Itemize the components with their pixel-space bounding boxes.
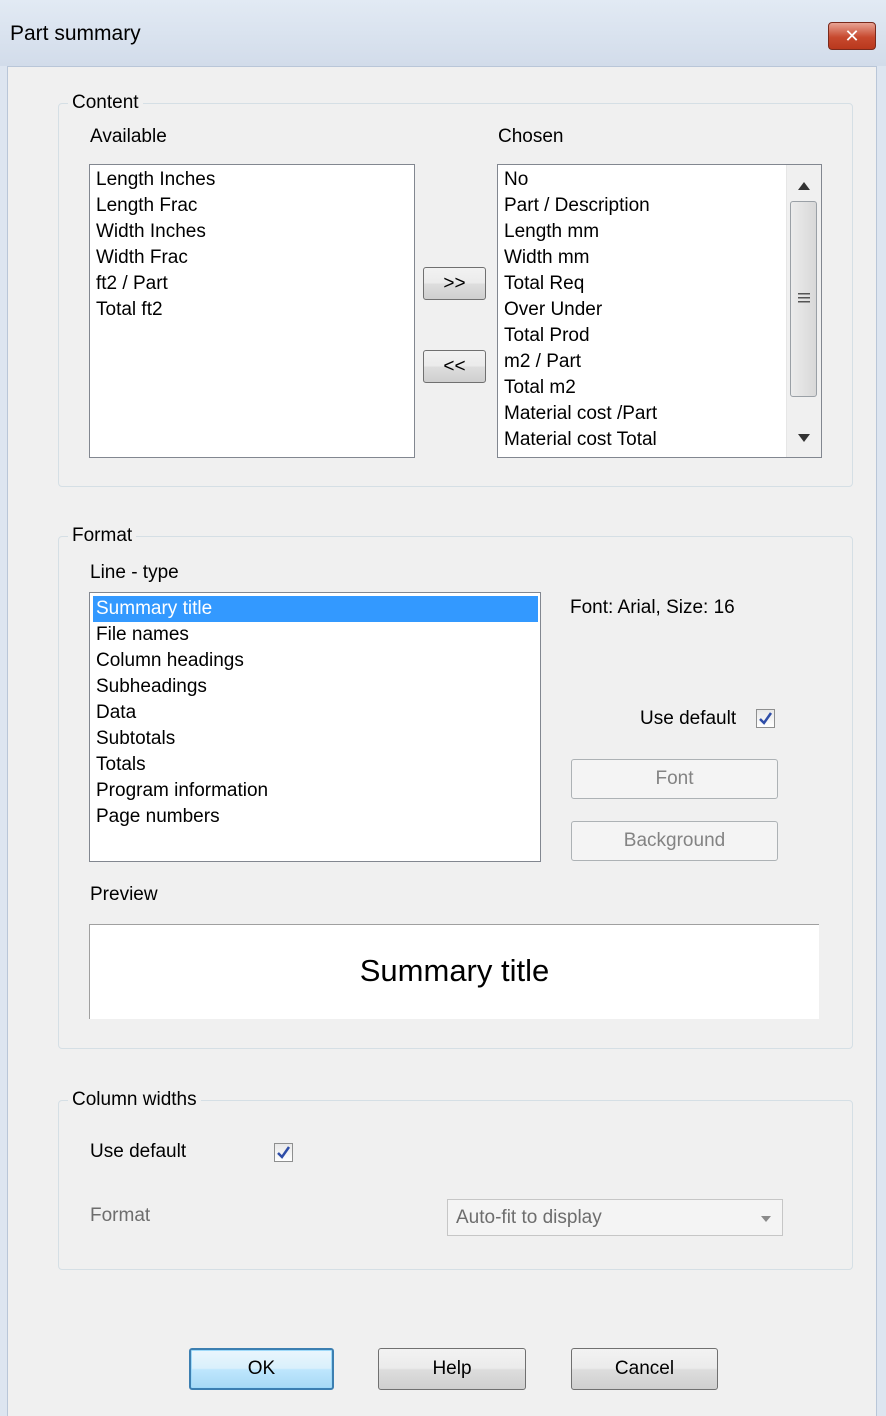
- add-button-label: >>: [443, 273, 466, 294]
- list-item[interactable]: Material cost /Part: [498, 401, 787, 427]
- font-button-label: Font: [655, 768, 694, 789]
- font-info: Font: Arial, Size: 16: [570, 597, 735, 618]
- column-widths-legend: Column widths: [68, 1089, 201, 1111]
- background-button[interactable]: Background: [571, 821, 778, 861]
- column-widths-group: [58, 1100, 853, 1270]
- list-item[interactable]: Column headings: [90, 648, 540, 674]
- list-item[interactable]: Total Prod: [498, 323, 787, 349]
- checkmark-icon: [277, 1146, 291, 1159]
- list-item[interactable]: Total m2: [498, 375, 787, 401]
- content-legend: Content: [68, 92, 143, 114]
- window-frame-right: [876, 66, 886, 1416]
- cancel-button-label: Cancel: [614, 1358, 675, 1379]
- available-label: Available: [90, 126, 167, 147]
- cancel-button[interactable]: Cancel: [571, 1348, 718, 1390]
- font-button[interactable]: Font: [571, 759, 778, 799]
- close-button[interactable]: ✕: [828, 22, 876, 50]
- help-button-label: Help: [432, 1358, 472, 1379]
- help-button[interactable]: Help: [378, 1348, 526, 1390]
- list-item[interactable]: Width mm: [498, 245, 787, 271]
- ok-button-label: OK: [247, 1358, 276, 1379]
- scroll-down-icon[interactable]: [797, 433, 811, 443]
- line-type-label: Line - type: [90, 562, 179, 583]
- preview-label: Preview: [90, 884, 158, 905]
- close-icon: ✕: [844, 26, 860, 46]
- list-item[interactable]: Width Inches: [90, 219, 414, 245]
- list-item[interactable]: Total Req: [498, 271, 787, 297]
- list-item[interactable]: No: [498, 167, 787, 193]
- list-item[interactable]: ft2 / Part: [90, 271, 414, 297]
- list-item[interactable]: Material cost Total: [498, 427, 787, 453]
- list-item[interactable]: Total ft2: [90, 297, 414, 323]
- list-item[interactable]: Subtotals: [90, 726, 540, 752]
- window-title: Part summary: [10, 22, 141, 45]
- list-item[interactable]: Totals: [90, 752, 540, 778]
- line-type-listbox[interactable]: Summary title File names Column headings Su…: [89, 592, 541, 862]
- title-bar: Part summary ✕: [0, 0, 886, 67]
- list-item[interactable]: Length Frac: [90, 193, 414, 219]
- list-item[interactable]: Width Frac: [90, 245, 414, 271]
- background-button-label: Background: [623, 830, 726, 851]
- list-item[interactable]: Page numbers: [90, 804, 540, 830]
- format-legend: Format: [68, 525, 137, 547]
- checkmark-icon: [759, 712, 773, 725]
- list-item[interactable]: Program information: [90, 778, 540, 804]
- chosen-scrollbar[interactable]: [786, 165, 821, 457]
- list-item[interactable]: Over Under: [498, 297, 787, 323]
- grip-icon: [798, 293, 810, 303]
- list-item[interactable]: Length Inches: [90, 167, 414, 193]
- chevron-down-icon: [761, 1216, 771, 1222]
- list-item[interactable]: Summary title: [93, 596, 538, 622]
- column-use-default-label: Use default: [90, 1141, 187, 1162]
- chosen-listbox[interactable]: No Part / Description Length mm Width mm Tot…: [497, 164, 822, 458]
- column-use-default-checkbox[interactable]: [274, 1143, 293, 1162]
- format-dropdown-value: Auto-fit to display: [456, 1207, 602, 1228]
- list-item[interactable]: Subheadings: [90, 674, 540, 700]
- window-frame-left: [0, 66, 8, 1416]
- list-item[interactable]: Data: [90, 700, 540, 726]
- remove-column-button[interactable]: <<: [423, 350, 486, 383]
- available-listbox[interactable]: Length Inches Length Frac Width Inches Widt…: [89, 164, 415, 458]
- format-use-default-checkbox[interactable]: [756, 709, 775, 728]
- scroll-thumb[interactable]: [790, 201, 817, 397]
- add-column-button[interactable]: >>: [423, 267, 486, 300]
- format-width-label: Format: [90, 1205, 151, 1226]
- scroll-up-icon[interactable]: [797, 181, 811, 191]
- format-dropdown[interactable]: Auto-fit to display: [447, 1199, 783, 1236]
- list-item[interactable]: Part / Description: [498, 193, 787, 219]
- list-item[interactable]: File names: [90, 622, 540, 648]
- chosen-label: Chosen: [498, 126, 564, 147]
- preview-text: Summary title: [359, 953, 550, 988]
- ok-button[interactable]: OK: [189, 1348, 334, 1390]
- list-item[interactable]: m2 / Part: [498, 349, 787, 375]
- remove-button-label: <<: [443, 356, 466, 377]
- preview-box: Summary title: [89, 924, 819, 1019]
- format-use-default-label: Use default: [640, 708, 737, 729]
- list-item[interactable]: Length mm: [498, 219, 787, 245]
